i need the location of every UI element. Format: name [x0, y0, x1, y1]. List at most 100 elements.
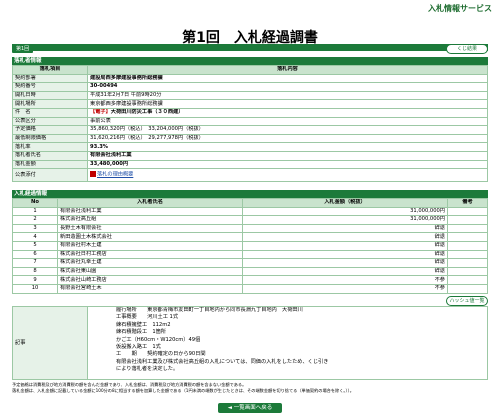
row-no: 10	[12, 283, 58, 294]
value-rate: 93.3%	[87, 142, 488, 152]
service-name: 入札情報サービス	[428, 4, 492, 13]
row-note	[447, 266, 488, 277]
remarks-line: 練石積擁壁工 112m2	[116, 321, 171, 328]
title-rule	[12, 44, 488, 51]
row-no: 2	[12, 215, 58, 225]
remarks-content: 履行場所 東京都青梅市友田町一丁目地内から同市長淵九丁目地内 大荷田川 工事概要…	[87, 306, 488, 380]
table-row: 3 長野土木有限会社 辞退	[12, 223, 488, 234]
attachment-link[interactable]: 落札の理由概要	[97, 172, 133, 178]
row-note	[447, 215, 488, 225]
table-row: 9 株式会社山崎工務店 不参	[12, 275, 488, 285]
row-note	[447, 206, 488, 217]
row-bidder: 有限会社村木土建	[57, 240, 243, 251]
subject-text: 大荷田川防災工事（３０西建）	[110, 109, 184, 116]
col-note: 備考	[447, 198, 488, 208]
row-no: 3	[12, 223, 58, 234]
row-bidder: 有限会社浅利工業	[57, 206, 243, 217]
row-no: 8	[12, 266, 58, 277]
back-button-label: 一覧画面へ戻る	[233, 405, 273, 411]
round-tag: 第1回	[12, 44, 34, 53]
row-bidder: 株式会社日村工務店	[57, 249, 243, 260]
row-amount: 辞退	[242, 240, 448, 251]
label-open-place: 開札場所	[12, 99, 88, 109]
footnote-line: 落札金額は、入札金額に記載している金額に100分の8に相当する額を加算した金額で…	[12, 388, 354, 393]
row-amount: 31,000,000円	[242, 215, 448, 225]
row-bidder: 長野土木有限会社	[57, 223, 243, 234]
table-row: 1 有限会社浅利工業 31,000,000円	[12, 206, 488, 217]
hash-list-button[interactable]: ハッシュ値一覧	[446, 296, 488, 306]
row-note	[447, 240, 488, 251]
row-amount: 辞退	[242, 223, 448, 234]
row-amount: 不参	[242, 275, 448, 285]
row-no: 5	[12, 240, 58, 251]
col-item: 落札項目	[12, 65, 88, 75]
value-publication: 事前公表	[87, 116, 488, 127]
value-award-amount: 33,480,000円	[87, 159, 488, 170]
label-dept: 契約部署	[12, 73, 88, 84]
row-amount: 辞退	[242, 249, 448, 260]
row-note	[447, 249, 488, 260]
remarks-line: により落札者を決定した。	[116, 366, 179, 373]
row-amount: 辞退	[242, 232, 448, 242]
row-note	[447, 232, 488, 242]
value-open-place: 東京都西多摩建設事務所総務課	[87, 99, 488, 109]
row-bidder: 株式会社山崎工務店	[57, 275, 243, 285]
label-minimum-price: 最低制限価格	[12, 133, 88, 144]
lottery-result-button[interactable]: くじ結果	[446, 44, 488, 54]
remarks-line: 工 期 契約確定の日から90日間	[116, 351, 206, 358]
label-open-date: 開札日時	[12, 90, 88, 101]
table-row: 7 株式会社丸幸土建 辞退	[12, 258, 488, 268]
label-rate: 落札率	[12, 142, 88, 152]
bid-history-header: 入札経過情報	[12, 190, 488, 198]
electronic-tag: 【電子】	[90, 109, 111, 116]
table-row: 8 株式会社東山園 辞退	[12, 266, 488, 277]
back-to-list-button[interactable]: ◄ 一覧画面へ戻る	[218, 403, 282, 413]
remarks-line: かご工（H60cm・W120cm）49個	[116, 336, 201, 343]
row-no: 9	[12, 275, 58, 285]
value-attachment: 落札の理由概要	[87, 168, 488, 183]
pdf-icon	[90, 171, 96, 178]
remarks-line: 工事概要 河川土工 1式	[116, 314, 179, 321]
row-amount: 不参	[242, 283, 448, 294]
row-bidder: 有限会社宮崎土木	[57, 283, 243, 294]
row-no: 6	[12, 249, 58, 260]
value-open-date: 平成31年2月7日 午前9時20分	[87, 90, 488, 101]
row-no: 1	[12, 206, 58, 217]
value-estimated-price: 35,860,320円（税込） 33,204,000円（税抜）	[87, 125, 488, 135]
remarks-label: 記事	[12, 306, 88, 380]
bid-history-table: No 入札者氏名 入札金額（税抜） 備考 1 有限会社浅利工業 31,000,000…	[12, 198, 488, 294]
row-no: 7	[12, 258, 58, 268]
winner-info-header: 落札者情報	[12, 57, 488, 65]
row-note	[447, 258, 488, 268]
value-winner: 有限会社浅利工業	[87, 150, 488, 161]
label-contract-no: 契約番号	[12, 82, 88, 92]
label-winner: 落札者氏名	[12, 150, 88, 161]
remarks-table: 記事 履行場所 東京都青梅市友田町一丁目地内から同市長淵九丁目地内 大荷田川 工…	[12, 306, 488, 380]
value-dept: 建設局西多摩建設事務所総務課	[87, 73, 488, 84]
label-publication: 公表区分	[12, 116, 88, 127]
row-bidder: 株式会社高丘組	[57, 215, 243, 225]
row-bidder: 株式会社丸幸土建	[57, 258, 243, 268]
table-row: 10 有限会社宮崎土木 不参	[12, 283, 488, 294]
label-attachment: 公表添付	[12, 168, 88, 183]
label-subject: 件 名	[12, 107, 88, 118]
top-bar: 入札情報サービス	[0, 0, 500, 17]
table-row: 6 株式会社日村工務店 辞退	[12, 249, 488, 260]
row-amount: 31,000,000円	[242, 206, 448, 217]
value-minimum-price: 31,620,216円（税込） 29,277,978円（税抜）	[87, 133, 488, 144]
col-amount: 入札金額（税抜）	[242, 198, 448, 208]
row-note	[447, 223, 488, 234]
label-estimated-price: 予定価格	[12, 125, 88, 135]
row-no: 4	[12, 232, 58, 242]
col-no: No	[12, 198, 58, 208]
value-contract-no: 30-00494	[87, 82, 488, 92]
table-row: 5 有限会社村木土建 辞退	[12, 240, 488, 251]
row-amount: 辞退	[242, 266, 448, 277]
row-note	[447, 275, 488, 285]
table-row: 4 新田造園土木株式会社 辞退	[12, 232, 488, 242]
row-note	[447, 283, 488, 294]
col-bidder: 入札者氏名	[57, 198, 243, 208]
row-bidder: 新田造園土木株式会社	[57, 232, 243, 242]
table-row: 2 株式会社高丘組 31,000,000円	[12, 215, 488, 225]
winner-info-table: 落札項目 落札内容 契約部署 建設局西多摩建設事務所総務課 契約番号 30-0049…	[12, 65, 488, 183]
